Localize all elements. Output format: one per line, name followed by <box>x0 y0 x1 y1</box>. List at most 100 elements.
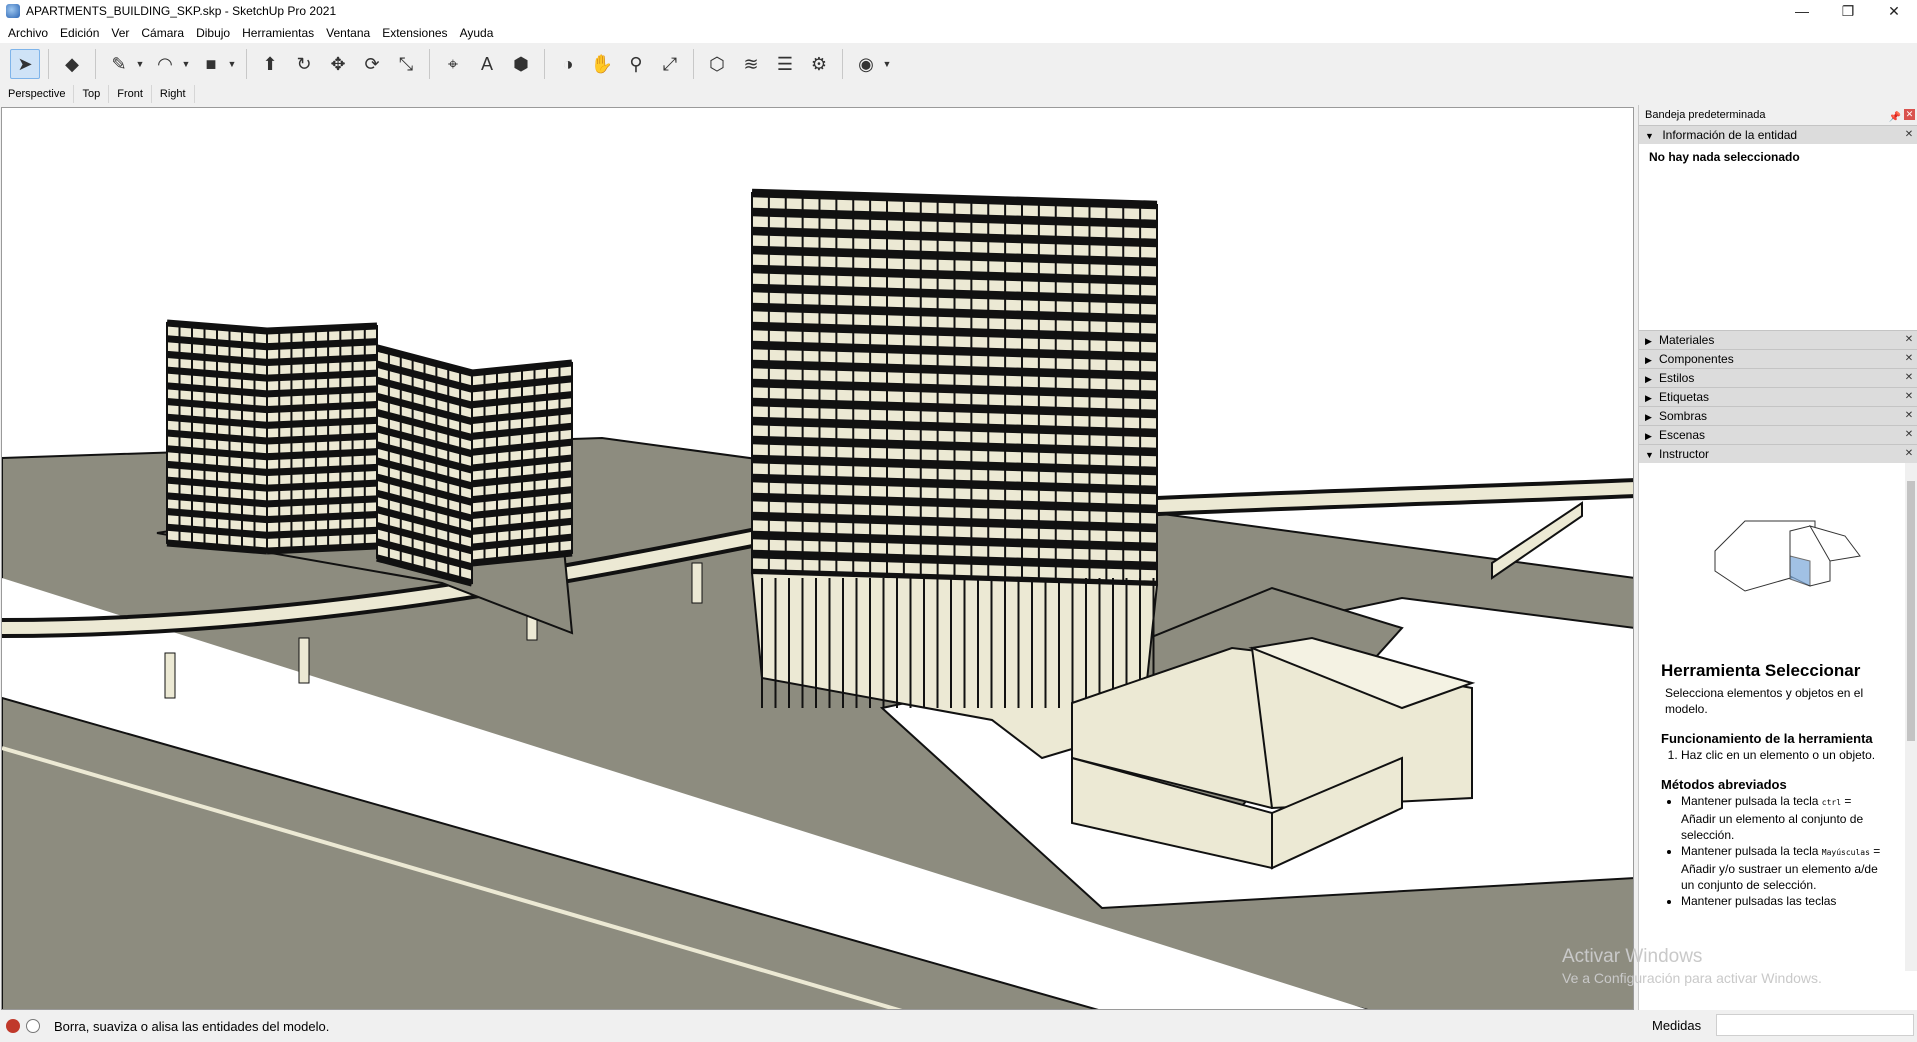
menu-8[interactable]: Ayuda <box>454 26 500 40</box>
tray-panels: ▶ Materiales ✕ ▶ Componentes ✕ ▶ Estilos ✕ ▶ Etiqu… <box>1639 330 1917 463</box>
account-button[interactable]: ◉ <box>851 49 881 79</box>
instructor-section-heading: Métodos abreviados <box>1661 777 1787 792</box>
select-tool-illustration <box>1714 520 1861 592</box>
paint-bucket-tool[interactable]: ⬢ <box>506 49 536 79</box>
pan-tool[interactable]: ✋ <box>587 49 617 79</box>
push-pull-tool[interactable]: ⬆ <box>255 49 285 79</box>
instructor-content: Herramienta Seleccionar Selecciona eleme… <box>1661 653 1883 911</box>
tape-measure-icon: ⌖ <box>447 53 459 74</box>
menu-6[interactable]: Ventana <box>320 26 376 40</box>
panel-etiquetas[interactable]: ▶ Etiquetas ✕ <box>1639 387 1917 406</box>
chevron-down-icon[interactable]: ▼ <box>226 49 238 79</box>
close-icon[interactable]: ✕ <box>1904 430 1914 440</box>
restore-button[interactable]: ❐ <box>1825 0 1871 22</box>
list-item: Mantener pulsada la tecla Mayúsculas = A… <box>1681 843 1883 893</box>
chevron-down-icon[interactable]: ▼ <box>180 49 192 79</box>
panel-title: Información de la entidad <box>1662 128 1798 142</box>
panel-sombras[interactable]: ▶ Sombras ✕ <box>1639 406 1917 425</box>
measurements-label: Medidas <box>1652 1018 1702 1033</box>
geolocation-icon[interactable] <box>6 1019 20 1033</box>
extension-warehouse-button[interactable]: ≋ <box>736 49 766 79</box>
scene-tab-perspective[interactable]: Perspective <box>0 85 75 103</box>
measurements-input[interactable] <box>1716 1014 1914 1036</box>
shape-tool[interactable]: ■ <box>196 49 226 79</box>
close-button[interactable]: ✕ <box>1871 0 1917 22</box>
scale-icon: ⤡ <box>398 53 414 74</box>
menu-3[interactable]: Cámara <box>135 26 190 40</box>
close-icon[interactable]: ✕ <box>1904 411 1914 421</box>
layout-button[interactable]: ☰ <box>770 49 800 79</box>
line-tool[interactable]: ✎ <box>104 49 134 79</box>
hand-icon: ✋ <box>590 53 614 74</box>
panel-estilos[interactable]: ▶ Estilos ✕ <box>1639 368 1917 387</box>
menu-5[interactable]: Herramientas <box>236 26 320 40</box>
tray-header: Bandeja predeterminada 📌 ✕ <box>1639 105 1917 125</box>
zoom-extents-tool[interactable]: ⤢ <box>655 49 685 79</box>
panel-materiales[interactable]: ▶ Materiales ✕ <box>1639 330 1917 349</box>
shortcut-key: ctrl <box>1821 798 1842 807</box>
panel-title: Materiales <box>1659 333 1715 347</box>
text-label-icon: A <box>480 53 493 74</box>
rotate-tool[interactable]: ⟳ <box>357 49 387 79</box>
minimize-button[interactable]: — <box>1779 0 1825 22</box>
panel-componentes[interactable]: ▶ Componentes ✕ <box>1639 349 1917 368</box>
main-toolbar: ➤ ◆ ✎ ▼ ◠ ▼ ■ ▼ ⬆ ↻ ✥ ⟳ ⤡ ⌖ A ⬢ ◑ ✋ ⚲ ⤢ ⬡ ≋ ☰ ⚙ ◉ ▼ <box>0 43 1917 85</box>
model-viewport[interactable] <box>1 107 1634 1010</box>
panel-escenas[interactable]: ▶ Escenas ✕ <box>1639 425 1917 444</box>
close-icon[interactable]: ✕ <box>1904 354 1914 364</box>
close-icon[interactable]: ✕ <box>1904 130 1914 140</box>
activation-watermark: Activar Windows Ve a Configuración para … <box>1562 946 1822 986</box>
scene-tab-front[interactable]: Front <box>109 85 152 103</box>
close-icon[interactable]: ✕ <box>1904 449 1914 459</box>
instructor-steps: Haz clic en un elemento o un objeto. <box>1681 747 1883 763</box>
scene-tab-right[interactable]: Right <box>152 85 195 103</box>
chevron-down-icon[interactable]: ▼ <box>134 49 146 79</box>
warehouse-button[interactable]: ⬡ <box>702 49 732 79</box>
shortcut-text: Mantener pulsada la tecla <box>1681 844 1822 858</box>
instructor-panel: Herramienta Seleccionar Selecciona eleme… <box>1639 463 1917 971</box>
toolbar-separator <box>842 49 843 79</box>
panel-title: Sombras <box>1659 409 1708 423</box>
move-tool[interactable]: ✥ <box>323 49 353 79</box>
close-icon[interactable]: ✕ <box>1904 109 1915 120</box>
menu-2[interactable]: Ver <box>105 26 135 40</box>
scrollbar-thumb[interactable] <box>1907 481 1915 741</box>
menu-4[interactable]: Dibujo <box>190 26 236 40</box>
menu-7[interactable]: Extensiones <box>376 26 453 40</box>
shortcut-key: Mayúsculas <box>1821 848 1870 857</box>
arc-tool[interactable]: ◠ <box>150 49 180 79</box>
scale-tool[interactable]: ⤡ <box>391 49 421 79</box>
text-tool[interactable]: A <box>472 49 502 79</box>
tape-measure-tool[interactable]: ⌖ <box>438 49 468 79</box>
close-icon[interactable]: ✕ <box>1904 373 1914 383</box>
status-message: Borra, suaviza o alisa las entidades del… <box>54 1018 330 1034</box>
menu-1[interactable]: Edición <box>54 26 105 40</box>
panel-entity-info[interactable]: ▼ Información de la entidad ✕ <box>1639 125 1917 144</box>
close-icon[interactable]: ✕ <box>1904 392 1914 402</box>
info-icon[interactable] <box>26 1019 40 1033</box>
push-pull-icon: ⬆ <box>262 53 278 74</box>
move-icon: ✥ <box>330 53 346 74</box>
panel-instructor[interactable]: ▼ Instructor ✕ <box>1639 444 1917 463</box>
instructor-scrollbar[interactable] <box>1905 463 1917 971</box>
zoom-tool[interactable]: ⚲ <box>621 49 651 79</box>
chevron-down-icon[interactable]: ▼ <box>881 49 893 79</box>
pencil-icon: ✎ <box>111 53 127 74</box>
highway-pillar <box>298 637 310 684</box>
scene-tab-top[interactable]: Top <box>74 85 110 103</box>
toolbar-separator <box>544 49 545 79</box>
panel-title: Estilos <box>1659 371 1695 385</box>
eraser-tool[interactable]: ◆ <box>57 49 87 79</box>
warehouse-icon: ⬡ <box>709 53 725 74</box>
follow-me-tool[interactable]: ↻ <box>289 49 319 79</box>
select-tool[interactable]: ➤ <box>10 49 40 79</box>
extension-manager-button[interactable]: ⚙ <box>804 49 834 79</box>
window-title: APARTMENTS_BUILDING_SKP.skp - SketchUp P… <box>26 4 337 18</box>
watermark-line: Activar Windows <box>1562 946 1703 967</box>
orbit-tool[interactable]: ◑ <box>553 49 583 79</box>
toolbar-separator <box>429 49 430 79</box>
shortcut-text: Mantener pulsadas las teclas <box>1681 894 1837 908</box>
menu-0[interactable]: Archivo <box>2 26 54 40</box>
status-bar: Borra, suaviza o alisa las entidades del… <box>0 1010 1917 1042</box>
close-icon[interactable]: ✕ <box>1904 335 1914 345</box>
